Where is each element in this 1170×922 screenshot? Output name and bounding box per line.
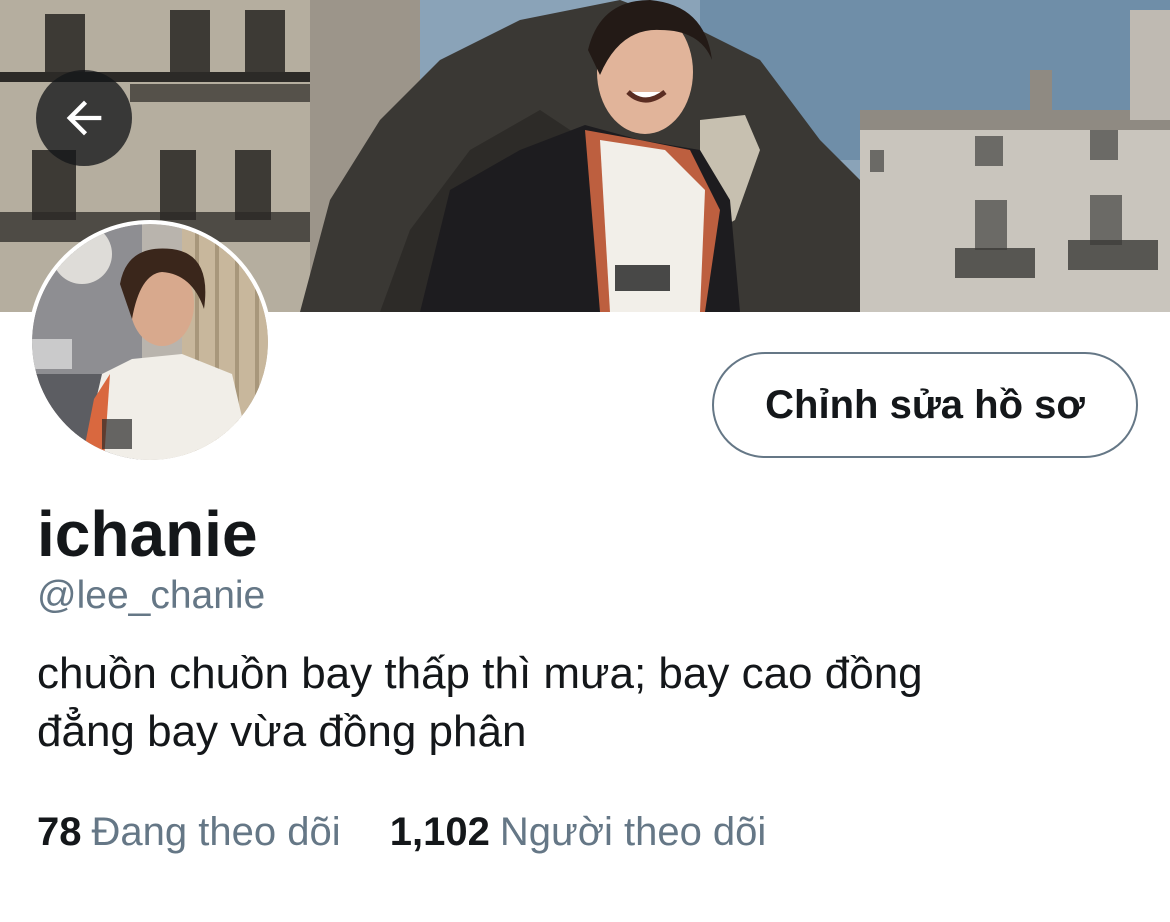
bio-line: chuồn chuồn bay thấp thì mưa; bay cao đồ… xyxy=(37,649,923,698)
following-label: Đang theo dõi xyxy=(91,810,341,854)
following-link[interactable]: 78 Đang theo dõi xyxy=(37,808,341,856)
follow-stats: 78 Đang theo dõi 1,102 Người theo dõi xyxy=(37,808,766,856)
followers-label: Người theo dõi xyxy=(499,810,767,854)
username-handle: @lee_chanie xyxy=(37,574,266,617)
following-count: 78 xyxy=(37,810,82,854)
followers-count: 1,102 xyxy=(389,810,490,854)
profile-bio: chuồn chuồn bay thấp thì mưa; bay cao đồ… xyxy=(37,645,1137,761)
avatar[interactable] xyxy=(28,220,272,464)
display-name: ichanie xyxy=(37,498,258,570)
back-button[interactable] xyxy=(36,70,132,166)
arrow-left-icon xyxy=(66,100,102,136)
followers-link[interactable]: 1,102 Người theo dõi xyxy=(390,808,767,856)
edit-profile-button[interactable]: Chỉnh sửa hồ sơ xyxy=(712,352,1138,458)
avatar-image xyxy=(32,224,268,460)
bio-line: đẳng bay vừa đồng phân xyxy=(37,707,527,756)
